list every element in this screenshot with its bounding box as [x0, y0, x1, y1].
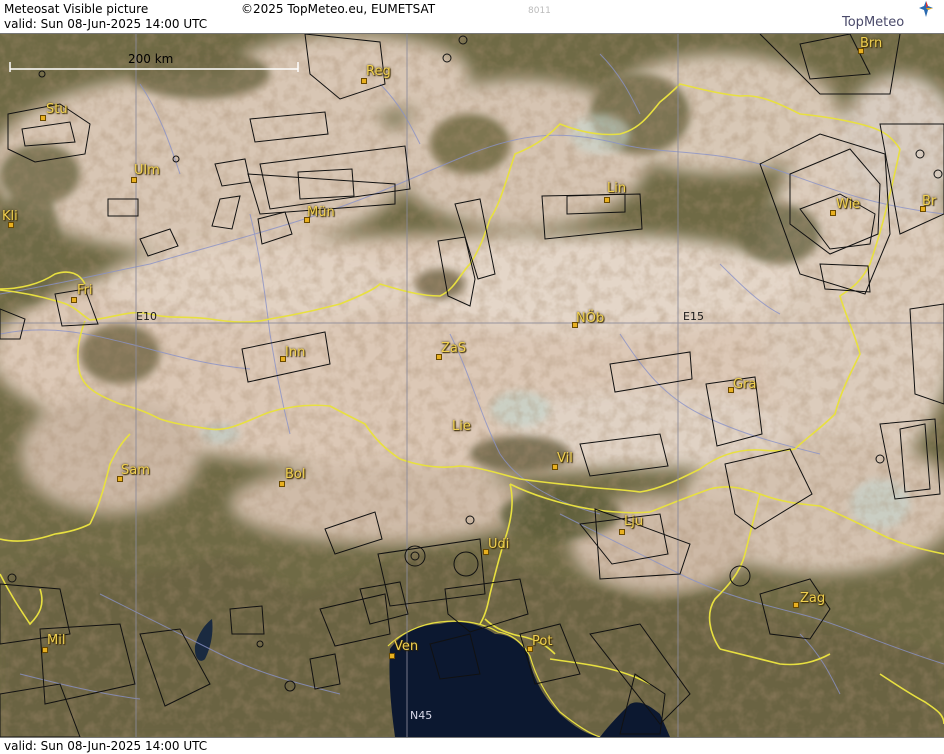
copyright-notice: ©2025 TopMeteo.eu, EUMETSAT — [241, 2, 436, 16]
grid-label-e15: E15 — [683, 310, 704, 323]
city-label-gra[interactable]: Gra — [733, 378, 756, 392]
city-label-brn[interactable]: Brn — [860, 37, 882, 51]
city-label-mil[interactable]: Mil — [47, 634, 65, 648]
city-label-nob[interactable]: NÖb — [576, 312, 604, 326]
footer-bar: valid: Sun 08-Jun-2025 14:00 UTC — [0, 737, 944, 754]
city-label-ulm[interactable]: Ulm — [134, 164, 160, 178]
city-label-udi[interactable]: Udi — [488, 538, 509, 552]
city-label-inn[interactable]: Inn — [285, 346, 305, 360]
city-label-zag[interactable]: Zag — [800, 592, 825, 606]
file-id: 8011 — [528, 6, 551, 16]
city-label-sam[interactable]: Sam — [121, 464, 150, 478]
valid-time: valid: Sun 08-Jun-2025 14:00 UTC — [4, 17, 208, 31]
product-title: Meteosat Visible picture — [4, 2, 149, 16]
satellite-map[interactable]: 200 km E10 E15 N45 Stu Reg Brn Ulm Lin M… — [0, 34, 944, 737]
city-label-pot[interactable]: Pot — [532, 635, 552, 649]
city-label-mun[interactable]: Mün — [307, 206, 335, 220]
city-label-lin[interactable]: Lin — [607, 182, 626, 196]
city-label-wie[interactable]: Wie — [836, 198, 860, 212]
map-canvas — [0, 34, 944, 737]
topmeteo-logo[interactable]: TopMeteo — [840, 1, 940, 32]
city-label-lju[interactable]: Lju — [624, 515, 643, 529]
city-label-bol[interactable]: Bol — [285, 468, 305, 482]
scale-label: 200 km — [128, 52, 174, 66]
city-label-reg[interactable]: Reg — [366, 65, 391, 79]
city-label-fri[interactable]: Fri — [77, 284, 93, 298]
city-marker — [604, 197, 610, 203]
grid-label-e10: E10 — [136, 310, 157, 323]
logo-text: TopMeteo — [842, 15, 905, 30]
city-label-lie[interactable]: Lie — [452, 420, 471, 434]
city-label-zas[interactable]: ZaS — [441, 342, 466, 356]
grid-label-n45: N45 — [410, 709, 433, 722]
city-label-bra[interactable]: Br — [922, 195, 936, 209]
map-viewer: Meteosat Visible picture valid: Sun 08-J… — [0, 0, 944, 754]
city-marker — [619, 529, 625, 535]
city-label-kli[interactable]: Kli — [2, 210, 18, 224]
city-label-stu[interactable]: Stu — [46, 103, 68, 117]
city-label-ven[interactable]: Ven — [394, 640, 418, 654]
valid-time-footer: valid: Sun 08-Jun-2025 14:00 UTC — [4, 739, 208, 753]
city-label-vil[interactable]: Vil — [557, 452, 573, 466]
header-bar: Meteosat Visible picture valid: Sun 08-J… — [0, 0, 944, 34]
city-marker — [793, 602, 799, 608]
